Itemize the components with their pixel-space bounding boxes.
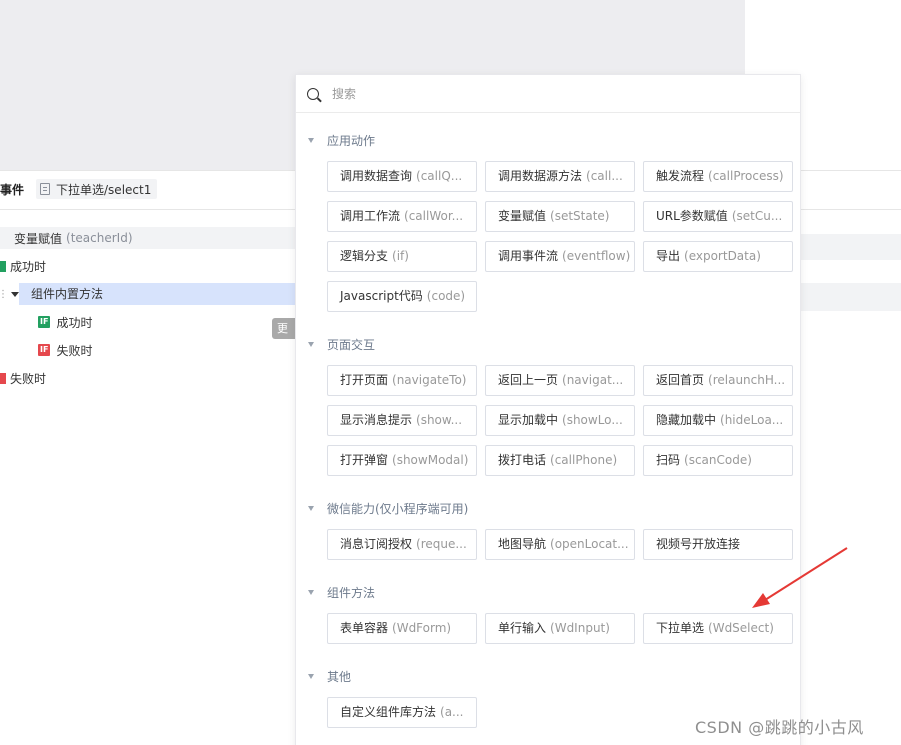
annotation-arrow-icon	[752, 547, 848, 608]
watermark: CSDN @跳跳的小古风	[695, 718, 864, 737]
editor-screen: 事件 下拉单选/select1 变量赋值 (teacherId) 成功时 ⋮ 组…	[0, 0, 901, 745]
